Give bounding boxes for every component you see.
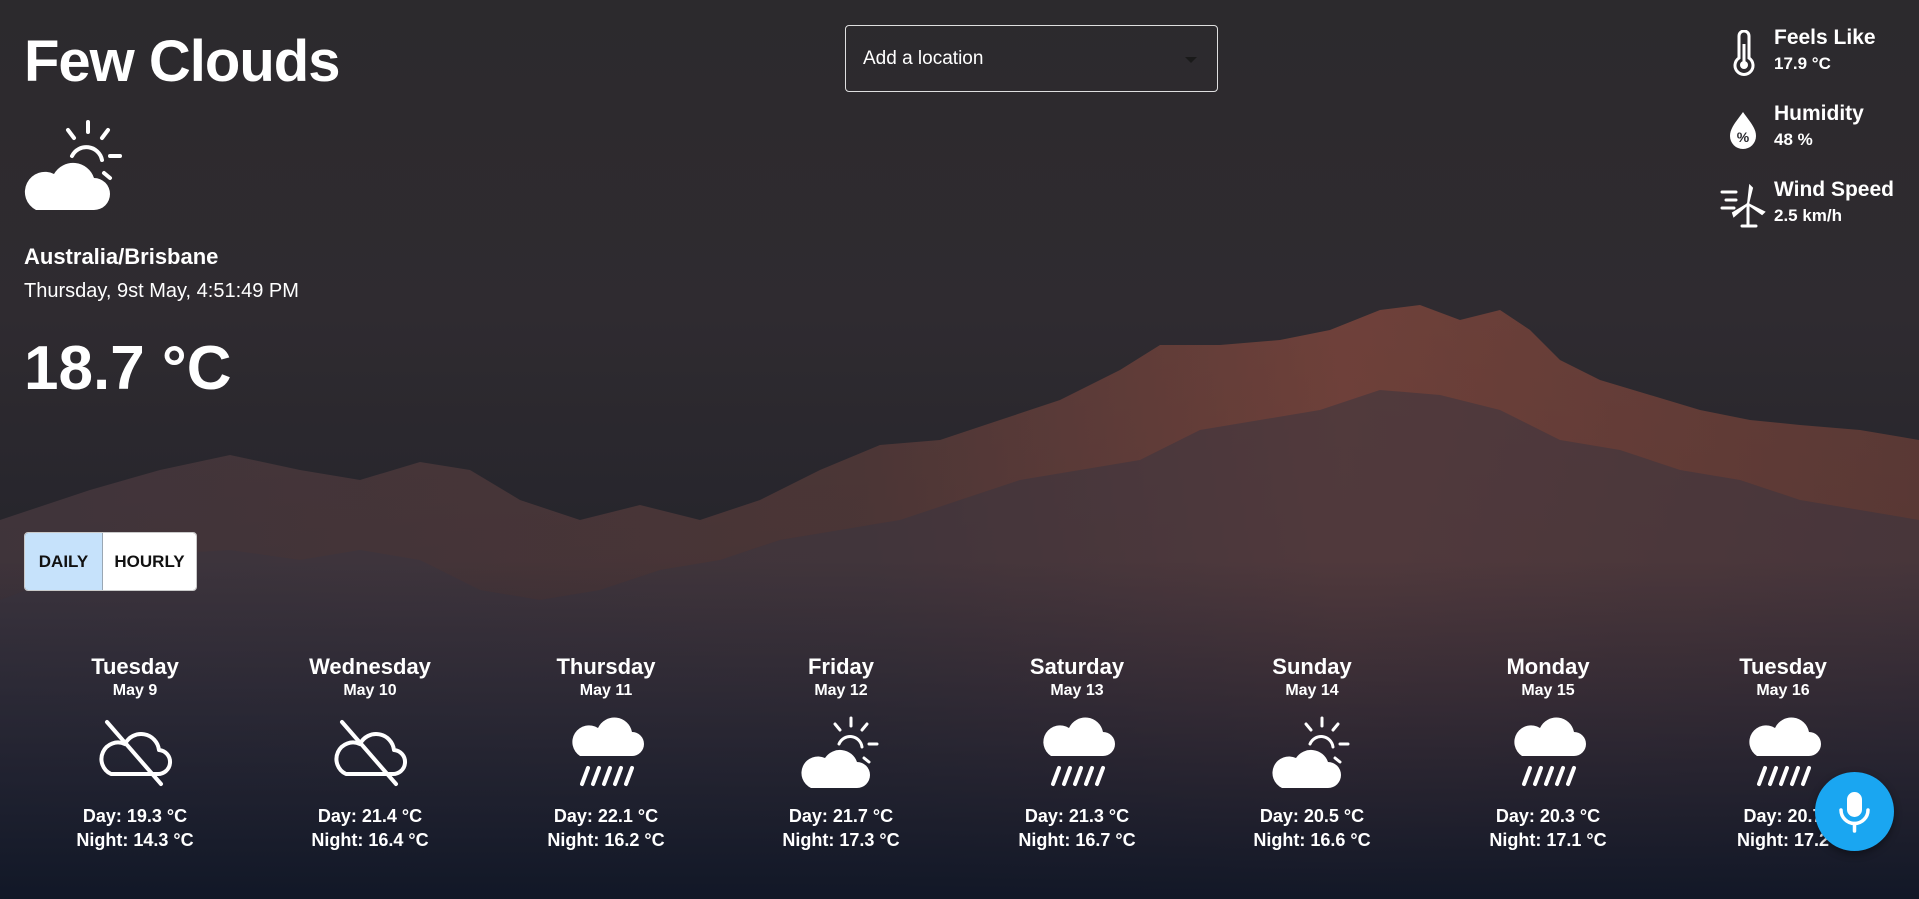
forecast-day-temp: Day: 21.3 °C xyxy=(1024,806,1130,826)
thermometer-icon xyxy=(1733,30,1755,76)
current-datetime: Thursday, 9st May, 4:51:49 PM xyxy=(24,280,299,302)
forecast-night-temp: Night: 14.3 °C xyxy=(76,830,194,850)
forecast-day-name: Thursday xyxy=(556,654,656,679)
stat-wind-speed: Wind Speed 2.5 km/h xyxy=(1720,178,1910,234)
forecast-day-temp: Day: 20.3 °C xyxy=(1495,806,1601,826)
forecast-day: Tuesday May 9 Day: 19.3 °C Night: 14.3 °… xyxy=(35,650,235,870)
forecast-night-temp: Night: 16.4 °C xyxy=(311,830,429,850)
forecast-day: Saturday May 13 Day: 21.3 °C Night: 16.7… xyxy=(977,650,1177,870)
forecast-day-name: Tuesday xyxy=(91,654,179,679)
location-select[interactable]: Add a location xyxy=(845,25,1218,92)
rain-icon xyxy=(1749,717,1821,786)
stat-value: 48 % xyxy=(1774,130,1813,149)
forecast-date: May 11 xyxy=(579,682,633,699)
toggle-hourly-button[interactable]: HOURLY xyxy=(103,533,196,590)
forecast-day-name: Tuesday xyxy=(1739,654,1827,679)
humidity-drop-icon: % xyxy=(1730,112,1756,149)
forecast-night-temp: Night: 16.2 °C xyxy=(547,830,665,850)
chevron-down-icon[interactable] xyxy=(1185,57,1197,63)
forecast-night-temp: Night: 16.7 °C xyxy=(1018,830,1136,850)
partly-cloudy-day-icon xyxy=(1272,716,1350,788)
location-select-placeholder: Add a location xyxy=(863,48,984,69)
rain-icon xyxy=(1514,717,1586,786)
partly-cloudy-day-icon xyxy=(24,120,122,210)
forecast-day-name: Saturday xyxy=(1029,654,1125,679)
forecast-day-temp: Day: 20.5 °C xyxy=(1259,806,1365,826)
forecast-date: May 10 xyxy=(343,682,397,699)
stat-feels-like: Feels Like 17.9 °C xyxy=(1720,26,1910,82)
forecast-day: Monday May 15 Day: 20.3 °C Night: 17.1 °… xyxy=(1448,650,1648,870)
partly-cloudy-day-icon xyxy=(801,716,879,788)
forecast-date: May 13 xyxy=(1050,682,1104,699)
cloud-off-icon xyxy=(334,720,407,786)
svg-text:%: % xyxy=(1737,129,1750,145)
forecast-day-name: Sunday xyxy=(1272,654,1352,679)
voice-search-button[interactable] xyxy=(1815,772,1894,851)
stat-label: Humidity xyxy=(1774,102,1864,125)
location-name: Australia/Brisbane xyxy=(24,244,219,269)
stat-label: Wind Speed xyxy=(1774,178,1894,201)
forecast-day-name: Friday xyxy=(807,654,875,679)
forecast-day-name: Monday xyxy=(1506,654,1590,679)
forecast-date: May 15 xyxy=(1521,682,1575,699)
forecast-day-temp: Day: 22.1 °C xyxy=(553,806,659,826)
toggle-daily-button[interactable]: DAILY xyxy=(25,533,103,590)
wind-turbine-icon xyxy=(1720,183,1766,228)
forecast-night-temp: Night: 17.1 °C xyxy=(1489,830,1607,850)
forecast-day: Thursday May 11 Day: 22.1 °C Night: 16.2… xyxy=(506,650,706,870)
daily-hourly-toggle: DAILY HOURLY xyxy=(24,532,197,591)
forecast-day-temp: Day: 21.4 °C xyxy=(317,806,423,826)
forecast-day: Wednesday May 10 Day: 21.4 °C Night: 16.… xyxy=(270,650,470,870)
current-temperature: 18.7 °C xyxy=(24,334,232,403)
forecast-day-name: Wednesday xyxy=(309,654,431,679)
forecast-date: May 12 xyxy=(814,682,868,699)
forecast-date: May 14 xyxy=(1285,682,1339,699)
forecast-day: Friday May 12 Day: 21.7 °C Night: 17.3 °… xyxy=(741,650,941,870)
forecast-day-temp: Day: 19.3 °C xyxy=(82,806,188,826)
forecast-day: Sunday May 14 Day: 20.5 °C Night: 16.6 °… xyxy=(1212,650,1412,870)
forecast-list: Tuesday May 9 Day: 19.3 °C Night: 14.3 °… xyxy=(0,650,1919,870)
cloud-off-icon xyxy=(99,720,172,786)
stat-label: Feels Like xyxy=(1774,26,1876,49)
forecast-night-temp: Night: 17.3 °C xyxy=(782,830,900,850)
stat-humidity: % Humidity 48 % xyxy=(1720,102,1910,158)
forecast-date: May 9 xyxy=(112,682,158,699)
forecast-day-temp: Day: 21.7 °C xyxy=(788,806,894,826)
microphone-icon xyxy=(1839,792,1870,833)
forecast-night-temp: Night: 16.6 °C xyxy=(1253,830,1371,850)
stat-value: 17.9 °C xyxy=(1774,54,1831,73)
weather-condition-title: Few Clouds xyxy=(24,29,340,94)
rain-icon xyxy=(572,717,644,786)
stat-value: 2.5 km/h xyxy=(1774,206,1843,225)
rain-icon xyxy=(1043,717,1115,786)
forecast-date: May 16 xyxy=(1756,682,1810,699)
